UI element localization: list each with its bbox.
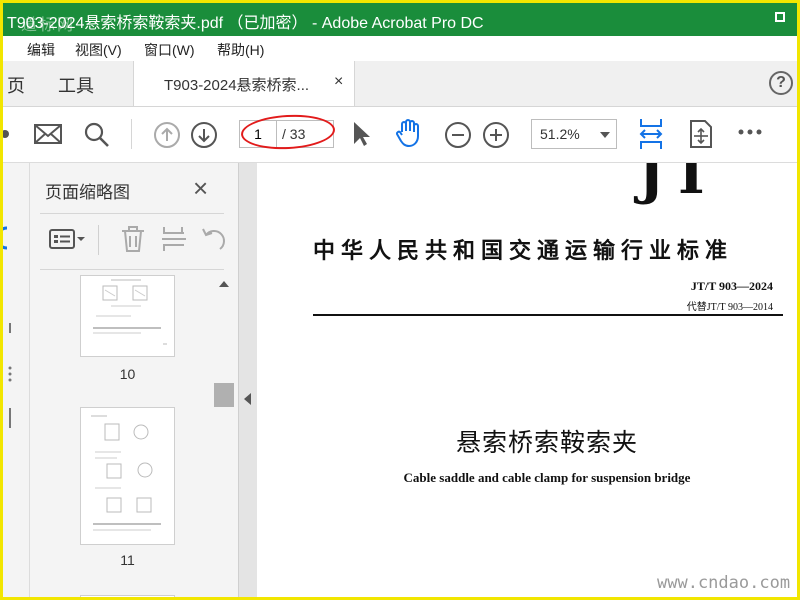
more-options-icon[interactable] [737,127,765,137]
panel-title: 页面缩略图 [45,183,130,202]
rotate-expand-icon[interactable] [687,119,715,149]
header-rule [313,314,783,316]
next-page-icon[interactable] [190,121,218,149]
search-icon[interactable] [83,121,111,149]
divider [40,213,224,214]
scrollbar-thumb[interactable] [214,383,234,407]
extract-pages-icon[interactable] [160,225,188,253]
menu-help[interactable]: 帮助(H) [217,40,264,60]
rotate-left-icon[interactable] [200,225,228,253]
site-watermark: www.cndao.com [657,573,791,593]
scroll-up-icon[interactable] [219,281,229,287]
zoom-value: 51.2% [540,126,580,142]
thumbnail-preview [93,279,167,345]
collapse-panel-icon[interactable] [244,393,251,405]
document-page[interactable]: JT 中华人民共和国交通运输行业标准 JT/T 903—2024 代替JT/T … [257,163,797,597]
standard-code: JT/T 903—2024 [690,279,773,293]
page-thumbnail-10[interactable] [80,275,175,357]
layers-icon [9,408,11,428]
hand-tool-icon[interactable] [393,117,425,149]
thumbnail-options-icon[interactable] [48,227,88,251]
bookmark-icon [9,323,11,333]
standard-category: 中华人民共和国交通运输行业标准 [313,238,734,264]
window-title: T903-2024悬索桥索鞍索夹.pdf （已加密） - Adobe Acrob… [7,15,484,32]
thumbnail-panel-icon [3,226,8,250]
close-icon[interactable]: × [193,173,208,204]
tab-close-icon[interactable]: × [334,73,343,91]
page-thumbnail-partial[interactable] [80,595,175,597]
document-title-en: Cable saddle and cable clamp for suspens… [403,470,691,485]
email-icon[interactable] [33,121,63,147]
restore-window-button[interactable] [775,12,785,22]
divider [131,119,133,149]
trash-icon[interactable] [120,225,146,253]
page-number-input[interactable] [240,121,277,147]
tab-document-label: T903-2024悬索桥索... [164,77,310,94]
tab-document[interactable]: T903-2024悬索桥索... × [133,61,355,106]
jt-logo: JT [638,163,719,207]
thumbnail-preview [91,415,161,531]
divider [40,269,224,270]
help-icon[interactable]: ? [769,71,793,95]
chevron-down-icon [600,132,610,138]
zoom-in-icon[interactable] [482,121,510,149]
thumbnail-scrollbar[interactable] [214,273,234,597]
nav-tools[interactable]: 工具 [58,72,94,98]
menu-edit[interactable]: 编辑 [27,40,55,60]
zoom-dropdown[interactable]: 51.2% [531,119,617,149]
menu-window[interactable]: 窗口(W) [144,40,195,60]
thumbnail-label: 10 [119,366,136,382]
tab-row: 页 工具 T903-2024悬索桥索... × ? [3,61,797,107]
page-navigator: / 33 [239,120,334,148]
app-window: T903-2024悬索桥索鞍索夹.pdf （已加密） - Adobe Acrob… [0,0,800,600]
previous-page-icon[interactable] [153,121,181,149]
partial-tool-icon[interactable] [3,123,13,145]
fit-page-icon[interactable] [637,117,665,151]
page-thumbnail-11[interactable] [80,407,175,545]
title-bar: T903-2024悬索桥索鞍索夹.pdf （已加密） - Adobe Acrob… [3,3,797,36]
navigation-strip [3,163,30,597]
page-total: / 33 [282,126,306,142]
menu-bar: 编辑 视图(V) 窗口(W) 帮助(H) [3,36,797,62]
nav-home[interactable]: 页 [7,72,25,98]
select-cursor-icon[interactable] [349,120,373,148]
watermark-logo: 道标网 [21,15,76,34]
zoom-out-icon[interactable] [444,121,472,149]
document-title-cn: 悬索桥索鞍索夹 [455,428,638,457]
thumbnail-label: 11 [120,552,135,568]
replaces-code: 代替JT/T 903—2014 [686,302,773,313]
menu-view[interactable]: 视图(V) [75,40,122,60]
divider [98,225,100,255]
